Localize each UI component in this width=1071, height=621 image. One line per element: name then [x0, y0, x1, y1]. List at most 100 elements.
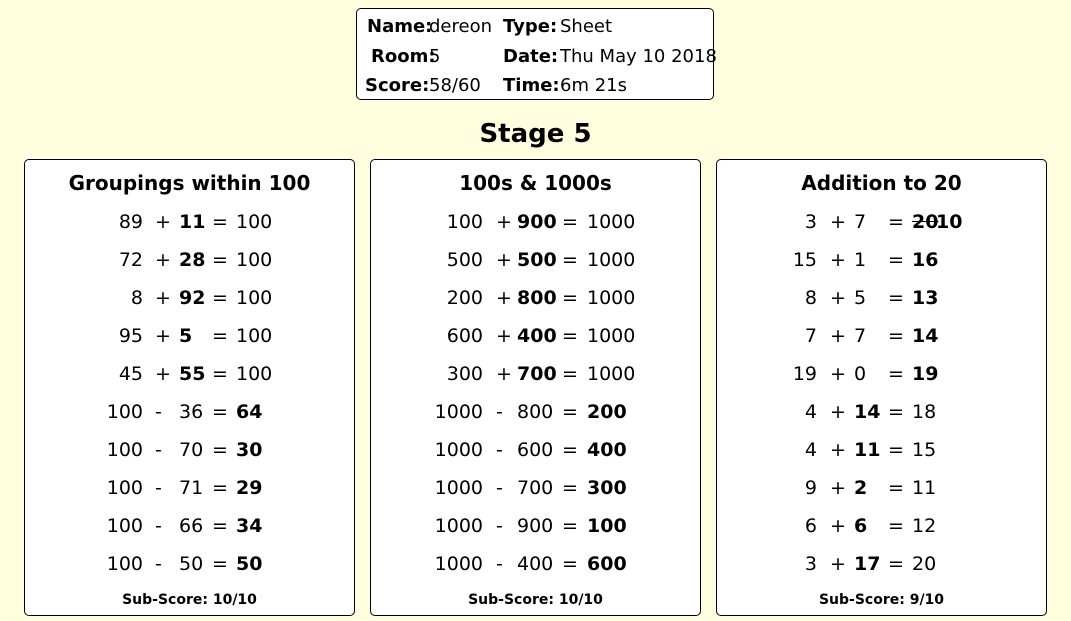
operand-a: 8 [804, 287, 817, 309]
operand-b: 2 [854, 477, 868, 499]
operand-b: 11 [854, 439, 881, 461]
operand-b: 700 [517, 363, 557, 385]
answer: 100 [236, 211, 273, 233]
answer: 100 [236, 287, 273, 309]
operator: + [496, 287, 512, 309]
question-row: 3 +7 = 20 10 [717, 203, 1046, 241]
question-row: 100-36 = 64 [25, 393, 354, 431]
operand-a: 72 [118, 249, 143, 271]
equals-sign: = [212, 249, 228, 271]
answer: 300 [587, 477, 627, 499]
equals-sign: = [888, 287, 904, 309]
operand-a: 100 [106, 439, 143, 461]
operand-a: 89 [118, 211, 143, 233]
room-label: Room: [371, 46, 436, 67]
operand-a: 7 [804, 325, 817, 347]
operand-a: 4 [804, 401, 817, 423]
operand-a: 200 [446, 287, 483, 309]
operand-b: 50 [179, 553, 204, 575]
operand-b: 7 [854, 211, 867, 233]
name-label: Name: [367, 16, 433, 37]
question-row: 1000-700 = 300 [371, 469, 700, 507]
equals-sign: = [562, 553, 578, 575]
panel-groupings-within-100: Groupings within 100 89 +11 = 100 72 +28 = 100 8… [24, 159, 355, 616]
operand-a: 600 [446, 325, 483, 347]
question-row: 1000-600 = 400 [371, 431, 700, 469]
operator: - [155, 553, 162, 575]
operand-a: 1000 [434, 515, 483, 537]
answer: 1000 [587, 211, 636, 233]
operand-b: 5 [854, 287, 867, 309]
operator: - [496, 401, 503, 423]
equals-sign: = [562, 439, 578, 461]
operand-b: 14 [854, 401, 881, 423]
answer: 18 [912, 401, 937, 423]
operand-b: 700 [517, 477, 554, 499]
question-row: 8 +92 = 100 [25, 279, 354, 317]
question-row: 600 +400 = 1000 [371, 317, 700, 355]
operand-a: 100 [106, 401, 143, 423]
answer: 100 [236, 363, 273, 385]
time-label: Time: [503, 75, 560, 96]
equals-sign: = [212, 439, 228, 461]
question-row: 19 +0 = 19 [717, 355, 1046, 393]
operand-a: 95 [118, 325, 143, 347]
operand-a: 3 [804, 553, 817, 575]
question-row: 3 +17 = 20 [717, 545, 1046, 583]
time-value: 6m 21s [560, 75, 627, 96]
operand-b: 71 [179, 477, 204, 499]
operator: - [496, 553, 503, 575]
operator: + [830, 249, 846, 271]
operand-b: 36 [179, 401, 204, 423]
question-row: 300 +700 = 1000 [371, 355, 700, 393]
operator: + [155, 249, 171, 271]
equals-sign: = [562, 249, 578, 271]
panel-title: 100s & 1000s [459, 171, 612, 195]
answer: 1000 [587, 249, 636, 271]
operand-a: 1000 [434, 439, 483, 461]
panel-100s-and-1000s: 100s & 1000s 100 +900 = 1000 500 +500 = 1000 200… [370, 159, 701, 616]
date-value: Thu May 10 2018 [560, 46, 717, 67]
answer: 1000 [587, 325, 636, 347]
answer: 600 [587, 553, 627, 575]
equals-sign: = [888, 439, 904, 461]
operand-a: 19 [792, 363, 817, 385]
answer: 1000 [587, 287, 636, 309]
equals-sign: = [212, 515, 228, 537]
equals-sign: = [562, 211, 578, 233]
answer: 29 [236, 477, 263, 499]
question-row: 4 +14 = 18 [717, 393, 1046, 431]
operand-b: 1 [854, 249, 867, 271]
operator: + [155, 287, 171, 309]
question-row: 500 +500 = 1000 [371, 241, 700, 279]
operator: + [830, 515, 846, 537]
equals-sign: = [562, 363, 578, 385]
equals-sign: = [562, 325, 578, 347]
answer: 19 [912, 363, 939, 385]
answer: 20 [912, 211, 939, 233]
operator: - [496, 439, 503, 461]
operand-a: 100 [446, 211, 483, 233]
operator: + [496, 363, 512, 385]
sub-score: Sub-Score: 10/10 [122, 592, 257, 608]
equals-sign: = [888, 211, 904, 233]
answer: 30 [236, 439, 263, 461]
operand-b: 7 [854, 325, 867, 347]
answer: 20 [912, 553, 937, 575]
question-row: 100-50 = 50 [25, 545, 354, 583]
question-row: 7 +7 = 14 [717, 317, 1046, 355]
question-row: 8 +5 = 13 [717, 279, 1046, 317]
answer: 50 [236, 553, 263, 575]
equals-sign: = [888, 325, 904, 347]
operator: - [496, 477, 503, 499]
name-value: dereon [429, 16, 492, 37]
equals-sign: = [212, 211, 228, 233]
type-label: Type: [503, 16, 558, 37]
operator: - [155, 439, 162, 461]
operand-a: 1000 [434, 477, 483, 499]
operator: + [830, 325, 846, 347]
equals-sign: = [562, 515, 578, 537]
question-row: 95 +5 = 100 [25, 317, 354, 355]
equals-sign: = [562, 287, 578, 309]
operand-a: 9 [804, 477, 817, 499]
